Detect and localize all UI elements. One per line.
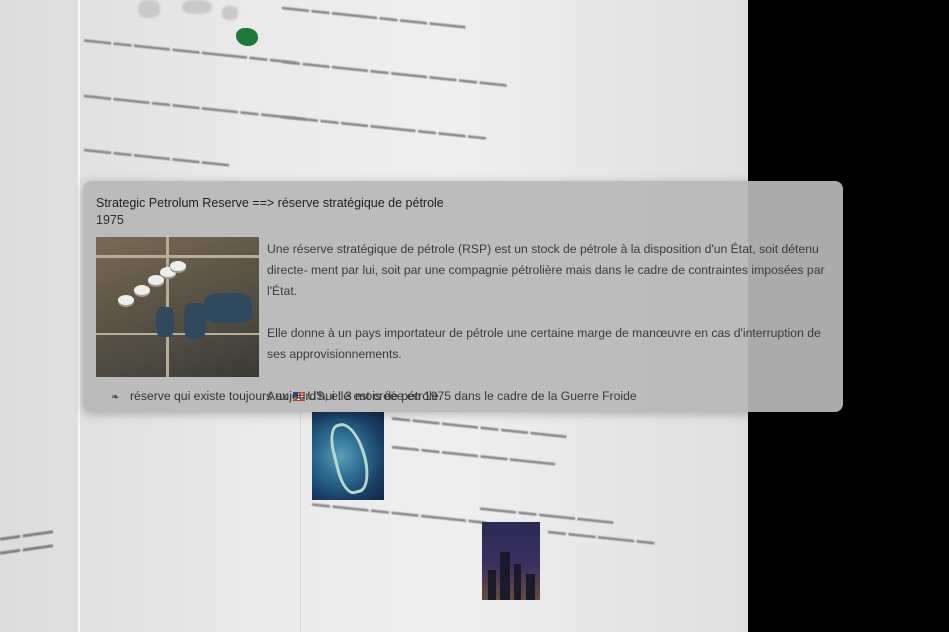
blurred-text: ▬▬ ▬▬▬ ▬▬▬▬ ▬▬ ▬▬▬ ▬▬▬▬ [392, 411, 567, 441]
blurred-text: ▬▬▬ ▬▬▬▬ ▬▬ ▬▬▬ ▬▬▬▬ ▬▬ ▬▬▬▬▬ [84, 89, 307, 123]
popup-paragraph: Elle donne à un pays importateur de pétr… [267, 326, 821, 361]
blurred-text: ▬▬ ▬▬▬▬ ▬▬ ▬▬▬ ▬▬▬▬▬ ▬▬ [312, 497, 487, 527]
column-divider [78, 0, 80, 632]
blurred-text: ▬▬ ▬▬▬ ▬▬▬▬ ▬▬ ▬▬▬▬ ▬▬▬ ▬▬ ▬▬▬ [282, 55, 507, 89]
blurred-text: ▬▬▬ ▬▬ ▬▬▬▬ ▬▬▬ ▬▬▬▬▬ ▬▬ ▬▬▬ [84, 33, 298, 67]
world-map-fragment [138, 0, 160, 18]
australia-map-highlight [236, 28, 258, 46]
blurred-text: ▬▬▬ ▬▬ ▬▬▬▬ ▬▬▬ ▬▬▬ [84, 143, 230, 169]
definition-popup[interactable]: Strategic Petrolum Reserve ==> réserve s… [83, 181, 843, 412]
popup-body: Une réserve stratégique de pétrole (RSP)… [267, 239, 832, 407]
blurred-text: ▬▬▬▬ ▬▬ ▬▬▬ ▬▬▬▬▬ ▬▬ ▬▬▬ ▬▬ [282, 110, 487, 142]
world-map-fragment [182, 0, 212, 14]
popup-title: Strategic Petrolum Reserve ==> réserve s… [96, 196, 444, 210]
island-satellite-thumbnail [312, 412, 384, 500]
popup-year: 1975 [96, 213, 124, 227]
column-divider [300, 400, 301, 632]
fleuron-icon: ❧ [111, 392, 120, 403]
popup-footnote: ❧ réserve qui existe toujours aujourd'hui… [111, 389, 442, 403]
oil-reserve-aerial-photo [96, 237, 259, 377]
popup-paragraph: Une réserve stratégique de pétrole (RSP)… [267, 242, 825, 298]
blurred-text: ▬▬ ▬▬▬ ▬▬▬▬ ▬▬ [548, 525, 655, 547]
blurred-text: ▬▬▬ ▬▬ ▬▬▬▬▬ ▬▬ ▬▬▬ ▬▬▬▬ [282, 1, 466, 31]
city-night-thumbnail [482, 522, 540, 600]
footnote-text: réserve qui existe toujours aujourd'hui … [130, 389, 442, 403]
world-map-fragment [222, 6, 238, 20]
blurred-text: ▬▬ ▬▬▬ ▬▬ ▬▬▬ [0, 525, 53, 558]
blurred-text: ▬▬▬ ▬▬ ▬▬▬▬ ▬▬▬ ▬▬▬▬▬ [392, 440, 556, 468]
